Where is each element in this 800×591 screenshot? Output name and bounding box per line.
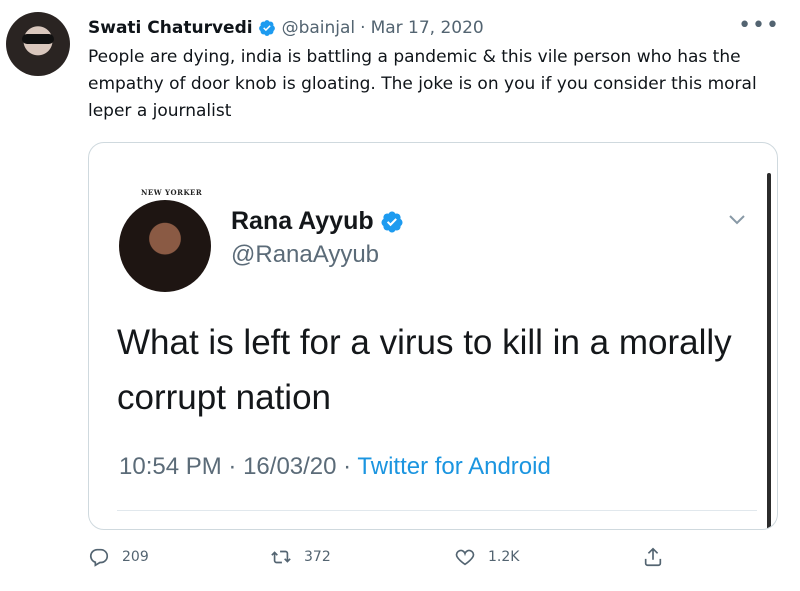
like-count: 1.2K: [488, 549, 520, 565]
embedded-author-handle: @RanaAyyub: [231, 241, 380, 268]
embedded-author: Rana Ayyub: [231, 207, 404, 236]
verified-badge-icon: [258, 20, 275, 36]
like-button[interactable]: 1.2K: [454, 546, 519, 568]
author-avatar[interactable]: [6, 12, 70, 76]
quoted-tweet-image[interactable]: NEW YORKER Rana Ayyub @RanaAyyub What is…: [88, 142, 778, 530]
chevron-down-icon: [729, 215, 745, 225]
embedded-divider: [117, 510, 757, 511]
author-name[interactable]: Swati Chaturvedi: [88, 18, 253, 38]
share-button[interactable]: [642, 546, 676, 568]
tweet-text: People are dying, india is battling a pa…: [88, 47, 757, 121]
embedded-author-name: Rana Ayyub: [231, 207, 374, 235]
author-handle[interactable]: @bainjal: [282, 18, 356, 38]
embedded-author-avatar: [119, 200, 211, 292]
retweet-icon: [271, 550, 291, 564]
tweet-header: Swati Chaturvedi @bainjal · Mar 17, 2020…: [88, 12, 780, 42]
avatar-glasses: [22, 34, 54, 44]
retweet-button[interactable]: 372: [270, 546, 331, 568]
embedded-separator-1: ·: [228, 453, 237, 480]
share-icon: [644, 547, 662, 567]
embedded-source: Twitter for Android: [357, 453, 551, 480]
embedded-tweet-text: What is left for a virus to kill in a mo…: [117, 323, 732, 417]
embedded-logo: NEW YORKER: [141, 188, 203, 197]
header-separator: ·: [360, 18, 366, 38]
heart-icon: [455, 549, 475, 566]
embedded-scrollbar: [767, 173, 771, 529]
embedded-date: 16/03/20: [243, 453, 337, 480]
reply-icon: [89, 548, 109, 567]
tweet-date[interactable]: Mar 17, 2020: [371, 18, 484, 38]
embedded-separator-2: ·: [343, 453, 352, 480]
embedded-verified-badge-icon: [381, 211, 403, 232]
embedded-tweet-meta: 10:54 PM · 16/03/20 · Twitter for Androi…: [119, 453, 551, 481]
tweet-actions: 209 372 1.2K: [88, 546, 668, 576]
reply-count: 209: [122, 549, 149, 565]
more-options-icon[interactable]: •••: [738, 12, 780, 40]
embedded-time: 10:54 PM: [119, 453, 222, 480]
reply-button[interactable]: 209: [88, 546, 149, 568]
retweet-count: 372: [304, 549, 331, 565]
